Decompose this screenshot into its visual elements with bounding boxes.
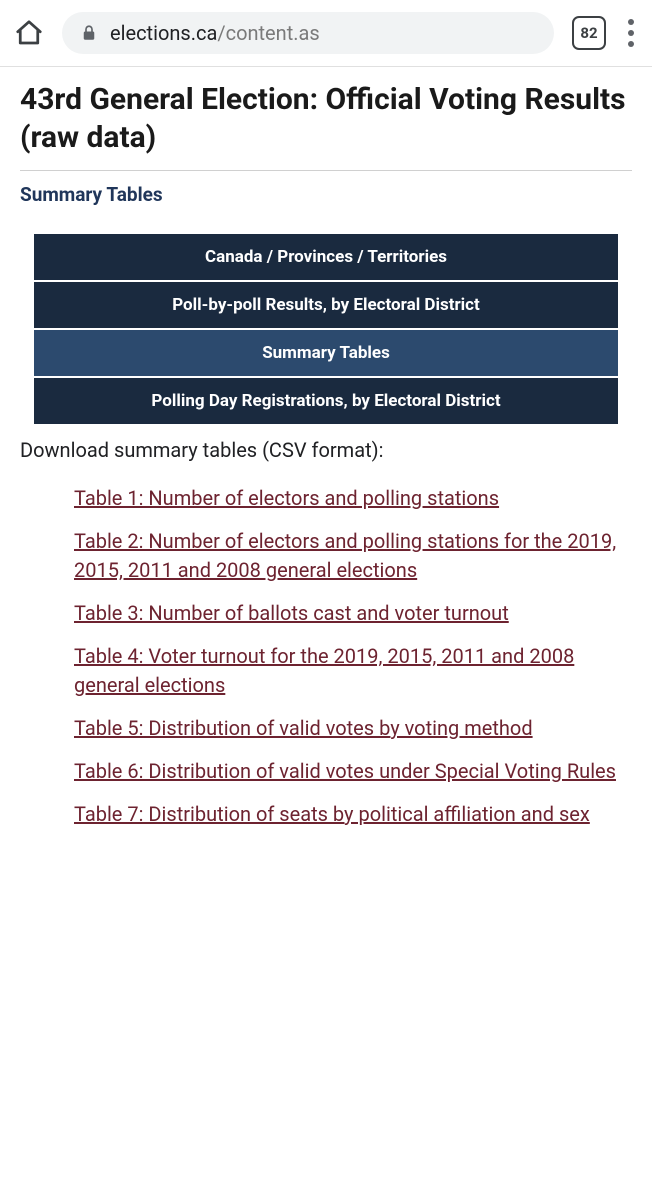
home-icon[interactable] [14, 18, 44, 48]
list-item: Table 5: Distribution of valid votes by … [74, 714, 632, 743]
nav-item-label: Poll-by-poll Results, by Electoral Distr… [172, 295, 480, 315]
list-item: Table 7: Distribution of seats by politi… [74, 800, 632, 829]
tabs-count-button[interactable]: 82 [572, 16, 606, 50]
tabs-count: 82 [580, 24, 597, 42]
list-item: Table 2: Number of electors and polling … [74, 527, 632, 585]
url-path: /content.as [217, 21, 319, 45]
nav-table: Canada / Provinces / Territories Poll-by… [34, 234, 618, 424]
nav-item-canada[interactable]: Canada / Provinces / Territories [34, 234, 618, 282]
url-domain: elections.ca [110, 21, 217, 45]
browser-toolbar: elections.ca/content.as 82 [0, 0, 652, 67]
table-link-5[interactable]: Table 5: Distribution of valid votes by … [74, 716, 533, 740]
page-subheading: Summary Tables [20, 183, 632, 206]
divider [20, 170, 632, 171]
table-link-7[interactable]: Table 7: Distribution of seats by politi… [74, 802, 590, 826]
list-item: Table 6: Distribution of valid votes und… [74, 757, 632, 786]
menu-icon[interactable] [624, 15, 638, 51]
table-link-6[interactable]: Table 6: Distribution of valid votes und… [74, 759, 616, 783]
list-item: Table 3: Number of ballots cast and vote… [74, 599, 632, 628]
nav-item-poll-by-poll[interactable]: Poll-by-poll Results, by Electoral Distr… [34, 282, 618, 330]
page-title: 43rd General Election: Official Voting R… [20, 81, 632, 156]
table-links-list: Table 1: Number of electors and polling … [20, 484, 632, 829]
nav-item-summary-tables[interactable]: Summary Tables [34, 330, 618, 378]
table-link-3[interactable]: Table 3: Number of ballots cast and vote… [74, 601, 509, 625]
nav-item-polling-day[interactable]: Polling Day Registrations, by Electoral … [34, 378, 618, 424]
nav-item-label: Canada / Provinces / Territories [205, 247, 447, 267]
url-bar[interactable]: elections.ca/content.as [62, 12, 554, 54]
download-intro: Download summary tables (CSV format): [20, 438, 632, 462]
list-item: Table 4: Voter turnout for the 2019, 201… [74, 642, 632, 700]
page-content: 43rd General Election: Official Voting R… [0, 67, 652, 863]
table-link-4[interactable]: Table 4: Voter turnout for the 2019, 201… [74, 644, 574, 697]
lock-icon [80, 24, 98, 42]
url-text: elections.ca/content.as [110, 21, 320, 45]
list-item: Table 1: Number of electors and polling … [74, 484, 632, 513]
table-link-2[interactable]: Table 2: Number of electors and polling … [74, 529, 616, 582]
nav-item-label: Polling Day Registrations, by Electoral … [151, 391, 500, 411]
nav-item-label: Summary Tables [262, 343, 390, 363]
table-link-1[interactable]: Table 1: Number of electors and polling … [74, 486, 499, 510]
